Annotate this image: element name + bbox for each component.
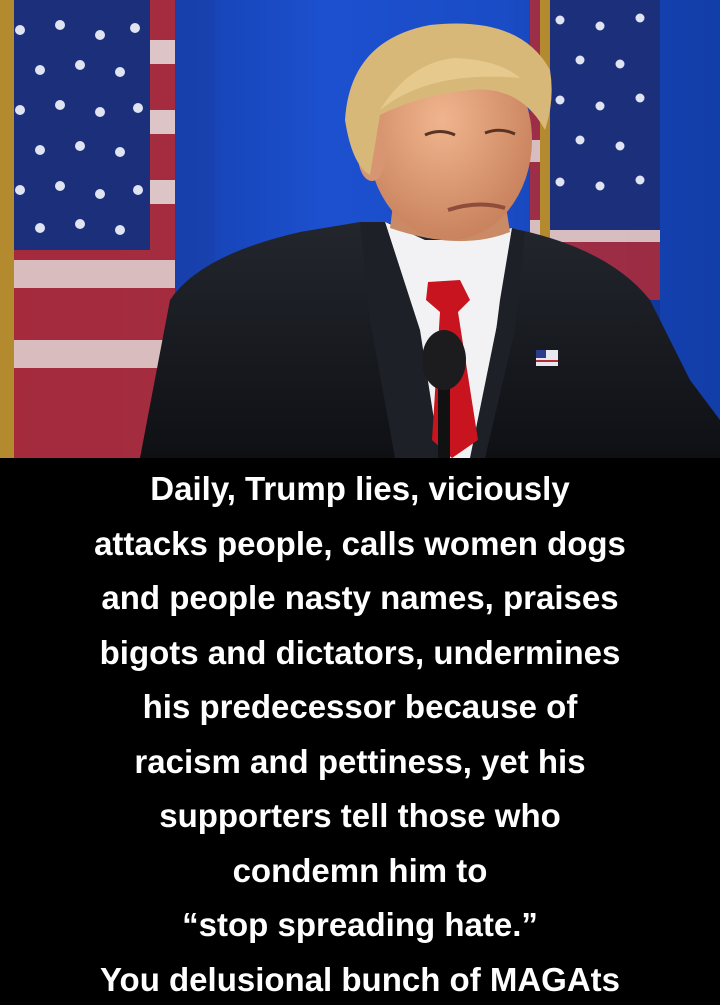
caption-line: condemn him to bbox=[232, 851, 488, 889]
caption-line: bigots and dictators, undermines bbox=[99, 633, 621, 671]
caption-line: You delusional bunch of MAGAts bbox=[99, 960, 621, 998]
caption-line: “stop spreading hate.” bbox=[182, 906, 538, 943]
caption-line: attacks people, calls women dogs bbox=[94, 524, 626, 562]
caption-line: racism and pettiness, yet his bbox=[134, 742, 586, 780]
meme-caption: Daily, Trump lies, viciously attacks peo… bbox=[0, 458, 720, 1005]
photo-illustration bbox=[0, 0, 720, 458]
caption-line: his predecessor because of bbox=[142, 688, 578, 725]
meme-image: Daily, Trump lies, viciously attacks peo… bbox=[0, 0, 720, 1005]
caption-line: supporters tell those who bbox=[159, 797, 561, 834]
caption-line: and people nasty names, praises bbox=[101, 579, 619, 616]
caption-line: Daily, Trump lies, viciously bbox=[150, 470, 570, 507]
portrait-photo bbox=[0, 0, 720, 458]
